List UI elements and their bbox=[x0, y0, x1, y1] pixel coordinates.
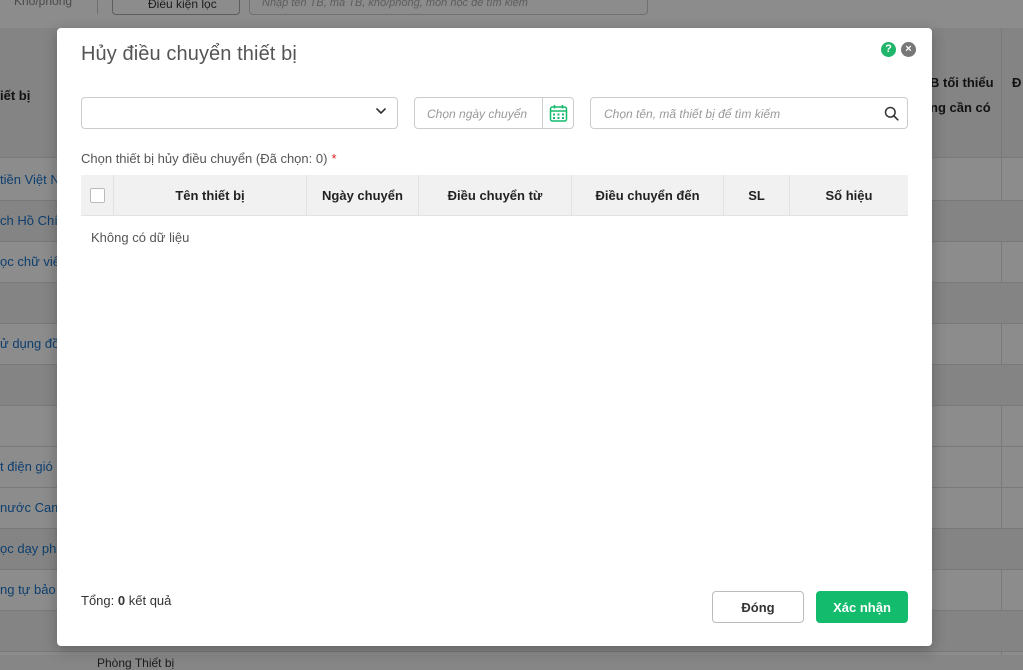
select-all-cell bbox=[81, 175, 114, 216]
date-placeholder: Chọn ngày chuyển bbox=[427, 107, 528, 121]
search-icon[interactable] bbox=[884, 106, 899, 121]
col-transfer-from[interactable]: Điều chuyển từ bbox=[419, 175, 572, 216]
total-count: 0 bbox=[117, 593, 126, 608]
transfer-select[interactable] bbox=[81, 97, 398, 129]
col-serial-number[interactable]: Số hiệu bbox=[790, 175, 908, 216]
required-mark: * bbox=[331, 151, 337, 166]
help-icon[interactable]: ? bbox=[881, 42, 896, 57]
cancel-transfer-modal: Hủy điều chuyển thiết bị ? × Chọn ngày c… bbox=[57, 28, 932, 646]
col-transfer-to[interactable]: Điều chuyển đến bbox=[572, 175, 724, 216]
col-quantity[interactable]: SL bbox=[724, 175, 790, 216]
table-header: Tên thiết bị Ngày chuyển Điều chuyển từ … bbox=[81, 175, 908, 216]
col-transfer-date[interactable]: Ngày chuyển bbox=[307, 175, 419, 216]
transfer-date-picker[interactable]: Chọn ngày chuyển bbox=[414, 97, 574, 129]
col-equipment-name[interactable]: Tên thiết bị bbox=[114, 175, 307, 216]
select-all-checkbox[interactable] bbox=[89, 188, 105, 203]
modal-title: Hủy điều chuyển thiết bị bbox=[81, 43, 297, 65]
empty-state-text: Không có dữ liệu bbox=[91, 230, 190, 245]
search-placeholder: Chọn tên, mã thiết bị để tìm kiếm bbox=[604, 107, 781, 121]
equipment-search-input[interactable]: Chọn tên, mã thiết bị để tìm kiếm bbox=[590, 97, 908, 129]
equipment-table: Tên thiết bị Ngày chuyển Điều chuyển từ … bbox=[81, 175, 908, 259]
selection-label: Chọn thiết bị hủy điều chuyển (Đã chọn: … bbox=[81, 151, 337, 166]
close-button[interactable]: Đóng bbox=[712, 591, 804, 623]
total-results: Tổng: 0 kết quả bbox=[81, 593, 172, 608]
confirm-button[interactable]: Xác nhận bbox=[816, 591, 908, 623]
calendar-button[interactable] bbox=[542, 98, 573, 128]
calendar-icon bbox=[549, 104, 567, 122]
chevron-down-icon bbox=[376, 108, 386, 114]
close-icon[interactable]: × bbox=[901, 42, 916, 57]
